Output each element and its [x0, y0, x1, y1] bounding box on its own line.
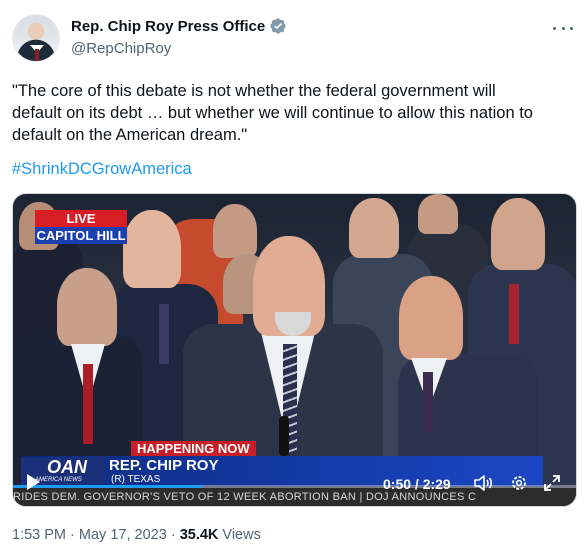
display-name[interactable]: Rep. Chip Roy Press Office [71, 18, 265, 35]
network-sub-label: AMERICA NEWS [35, 477, 82, 483]
live-label: LIVE [35, 210, 127, 227]
fullscreen-icon[interactable] [543, 474, 561, 492]
tweet-text-line: default on its debt … but whether we wil… [12, 104, 533, 122]
lower-third-name: REP. CHIP ROY [109, 457, 219, 474]
tweet-meta: 1:53 PM · May 17, 2023 · 35.4K Views [12, 527, 261, 543]
live-badge: LIVE CAPITOL HILL [35, 210, 127, 244]
views-label: Views [222, 527, 261, 543]
volume-icon[interactable] [473, 474, 493, 492]
video-time: 0:50 / 2:29 [383, 476, 451, 492]
meta-separator: · [70, 527, 75, 543]
more-icon[interactable] [553, 20, 573, 36]
tweet-card: Rep. Chip Roy Press Office @RepChipRoy "… [0, 0, 585, 555]
meta-separator: · [170, 527, 176, 543]
play-icon[interactable] [27, 474, 40, 490]
views-count: 35.4K [179, 527, 219, 543]
tweet-text-line: default on the American dream." [12, 126, 248, 144]
author-handle[interactable]: @RepChipRoy [71, 40, 171, 57]
settings-icon[interactable] [510, 474, 528, 492]
verified-badge-icon [269, 17, 287, 35]
tweet-date[interactable]: May 17, 2023 [79, 527, 167, 543]
tweet-time[interactable]: 1:53 PM [12, 527, 66, 543]
hashtag-link[interactable]: #ShrinkDCGrowAmerica [12, 160, 192, 179]
location-label: CAPITOL HILL [35, 227, 127, 244]
tweet-text: "The core of this debate is not whether … [12, 80, 577, 146]
avatar[interactable] [12, 14, 60, 62]
lower-third-subtitle: (R) TEXAS [111, 474, 161, 485]
video-player[interactable]: LIVE CAPITOL HILL HAPPENING NOW OAN AMER… [12, 193, 577, 507]
happening-now-banner: HAPPENING NOW [131, 441, 256, 457]
author-name-row: Rep. Chip Roy Press Office [71, 17, 287, 35]
tweet-text-line: "The core of this debate is not whether … [12, 82, 496, 100]
